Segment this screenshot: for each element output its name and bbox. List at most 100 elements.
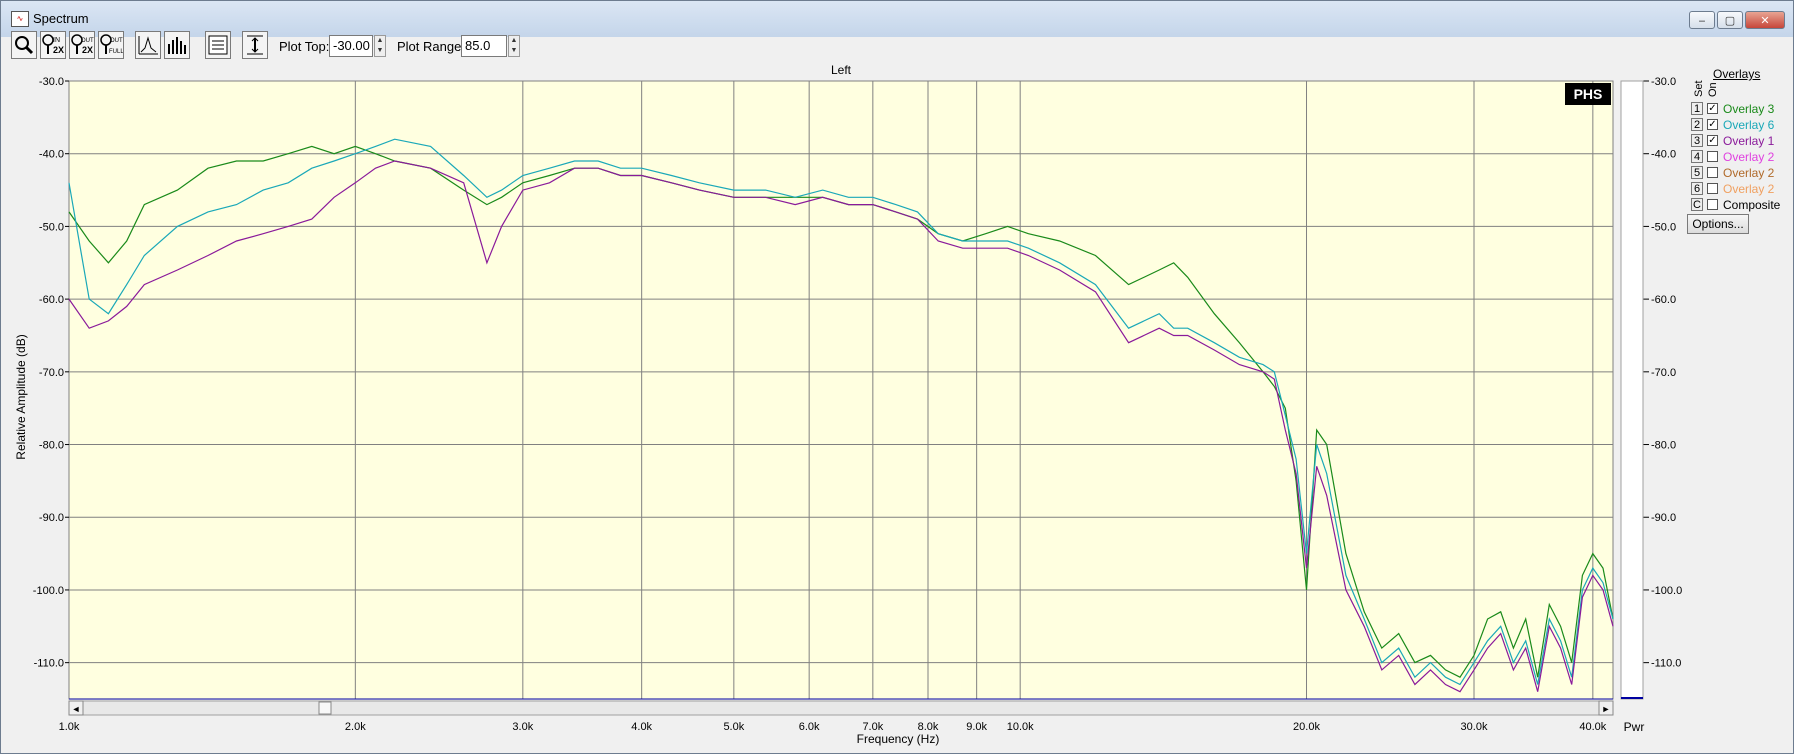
line-plot-icon (138, 36, 158, 55)
overlay-label: Overlay 2 (1723, 182, 1775, 196)
phs-badge: PHS (1574, 86, 1603, 102)
line-plot-button[interactable] (135, 31, 161, 59)
x-tick-label: 3.0k (512, 721, 533, 733)
overlay-label: Overlay 1 (1723, 134, 1775, 148)
plot-top-spinner[interactable]: ▲ ▼ (374, 35, 386, 57)
y-tick-labels: -30.0 -40.0 -50.0 -60.0 -70.0 -80.0 -90.0 -100.… (33, 76, 69, 670)
overlay-checkbox[interactable]: ✓ (1707, 119, 1718, 130)
overlay-label: Overlay 6 (1723, 118, 1775, 132)
overlay-label: Overlay 2 (1723, 166, 1775, 180)
series-line-2 (68, 138, 1614, 686)
close-button[interactable]: ✕ (1745, 11, 1785, 29)
plot-top-label: Plot Top: (279, 39, 330, 54)
y-tick-label: -110.0 (34, 658, 64, 670)
y-tick-label: -30.0 (39, 76, 64, 88)
overlay-checkbox[interactable]: ✓ (1707, 135, 1718, 146)
right-y-tick-label: -40.0 (1651, 149, 1676, 161)
plot-range-spinner[interactable]: ▲ ▼ (508, 35, 520, 57)
overlay-set-button[interactable]: 1 (1691, 102, 1703, 115)
zoom-out-full-button[interactable]: OUT FULL (98, 31, 124, 59)
magnifier-icon (15, 36, 34, 55)
scrollbar-right-arrow[interactable] (1598, 700, 1614, 716)
right-y-tick-label: -110.0 (1651, 658, 1681, 670)
scrollbar-right-arrow-icon: ► (1602, 704, 1611, 714)
scrollbar-thumb[interactable] (318, 701, 332, 715)
bar-plot-button[interactable] (164, 31, 190, 59)
x-tick-label: 10.0k (1007, 721, 1034, 733)
x-tick-label: 30.0k (1461, 721, 1488, 733)
right-y-tick-label: -50.0 (1651, 221, 1676, 233)
auto-scale-button[interactable] (242, 31, 268, 59)
plot-top-input[interactable]: -30.00 (329, 35, 373, 57)
overlay-set-button[interactable]: 6 (1691, 182, 1703, 195)
x-tick-label: 1.0k (59, 721, 80, 733)
y-tick-label: -80.0 (39, 440, 64, 452)
horizontal-scrollbar[interactable] (68, 700, 1614, 716)
overlay-set-button[interactable]: C (1691, 198, 1703, 211)
plot-range-input[interactable]: 85.0 (461, 35, 507, 57)
chart-title: Left (831, 63, 852, 77)
right-y-tick-label: -30.0 (1651, 76, 1676, 88)
x-tick-labels: 1.0k 2.0k 3.0k 4.0k 5.0k 6.0k 7.0k 8.0k 9.0k 10.0… (59, 721, 1607, 733)
svg-text:IN: IN (53, 37, 60, 44)
zoom-in-2x-button[interactable]: IN 2X (40, 31, 66, 59)
right-y-tick-labels: -30.0 -40.0 -50.0 -60.0 -70.0 -80.0 -90.0 -100.… (1643, 76, 1682, 670)
plot-range-label: Plot Range: (397, 39, 465, 54)
settings-panel-button[interactable] (205, 31, 231, 59)
spectrum-chart[interactable]: Left 1.0k 2.0k 3.0k 4.0k 5.0k 6.0k 7.0k 8.0k 9.0… (1, 1, 1793, 753)
right-y-tick-label: -100.0 (1651, 585, 1682, 597)
svg-text:FULL: FULL (109, 49, 123, 55)
x-tick-label: 40.0k (1579, 721, 1606, 733)
svg-text:OUT: OUT (110, 38, 123, 44)
set-column-header: Set (1693, 80, 1705, 97)
overlay-checkbox[interactable] (1707, 167, 1718, 178)
on-column-header: On (1707, 82, 1719, 97)
phs-badge-bg (1565, 83, 1611, 105)
overlay-set-button[interactable]: 3 (1691, 134, 1703, 147)
overlay-checkbox[interactable] (1707, 183, 1718, 194)
maximize-button[interactable]: ▢ (1717, 11, 1743, 29)
overlay-label: Overlay 2 (1723, 150, 1775, 164)
toolbar: IN 2X OUT 2X OUT FULL Plot Top: -30.00 ▲ ▼ P… (1, 29, 1793, 63)
svg-text:2X: 2X (82, 45, 93, 55)
overlays-title: Overlays (1713, 67, 1761, 81)
right-y-tick-label: -80.0 (1651, 440, 1676, 452)
spectrum-window: ∿ Spectrum ‒ ▢ ✕ IN 2X OUT 2X OUT FULL Plot (0, 0, 1794, 754)
y-tick-label: -40.0 (39, 149, 64, 161)
svg-text:OUT: OUT (81, 38, 94, 44)
x-tick-label: 5.0k (723, 721, 744, 733)
overlay-set-button[interactable]: 2 (1691, 118, 1703, 131)
series-line-3 (68, 160, 1614, 693)
overlay-checkbox[interactable]: ✓ (1707, 103, 1718, 114)
svg-text:2X: 2X (53, 45, 64, 55)
zoom-tool-button[interactable] (11, 31, 37, 59)
scrollbar-left-arrow[interactable] (68, 700, 84, 716)
x-tick-label: 8.0k (918, 721, 939, 733)
overlay-checkbox[interactable] (1707, 151, 1718, 162)
power-meter (1620, 80, 1644, 700)
x-tick-label: 7.0k (862, 721, 883, 733)
x-tick-label: 6.0k (799, 721, 820, 733)
right-y-tick-label: -70.0 (1651, 367, 1676, 379)
zoom-in-2x-icon: IN2X (42, 34, 64, 55)
grid-lines (68, 80, 1613, 699)
zoom-out-2x-button[interactable]: OUT 2X (69, 31, 95, 59)
power-meter-label: Pwr (1624, 720, 1645, 734)
y-tick-label: -100.0 (33, 585, 64, 597)
plot-area (68, 80, 1614, 700)
minimize-button[interactable]: ‒ (1689, 11, 1715, 29)
y-tick-label: -70.0 (39, 367, 64, 379)
y-tick-label: -90.0 (39, 512, 64, 524)
auto-scale-icon (247, 35, 263, 55)
overlay-set-button[interactable]: 4 (1691, 150, 1703, 163)
zoom-out-2x-icon: OUT2X (71, 34, 94, 55)
x-tick-label: 2.0k (345, 721, 366, 733)
settings-panel-icon (208, 35, 228, 55)
options-button[interactable]: Options... (1687, 214, 1749, 234)
overlay-checkbox[interactable] (1707, 199, 1718, 210)
series-lines (68, 138, 1614, 693)
zoom-out-full-icon: OUT FULL (100, 34, 124, 55)
overlay-set-button[interactable]: 5 (1691, 166, 1703, 179)
x-tick-label: 20.0k (1293, 721, 1320, 733)
series-line-1 (68, 145, 1614, 678)
